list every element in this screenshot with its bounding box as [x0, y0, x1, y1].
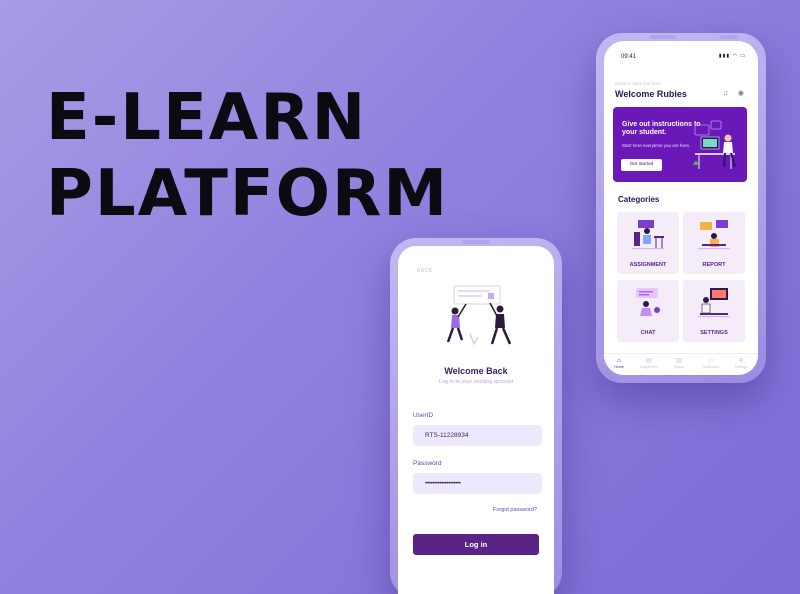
headline-line-2: PLATFORM — [46, 157, 449, 231]
greeting-small: Good to have you here — [615, 81, 661, 86]
status-time: 09:41 — [621, 54, 637, 60]
headline-line-1: E-LEARN — [46, 81, 368, 155]
report-illustration — [698, 220, 730, 250]
assignment-illustration — [632, 220, 664, 250]
category-card-assignment[interactable]: ASSIGNMENT — [617, 212, 679, 274]
welcome-subtitle: Log in to your existing account — [438, 379, 514, 385]
welcome-title: Welcome Back — [444, 366, 508, 376]
banner-title: Give out instructions to your student. — [622, 121, 701, 136]
home-phone-mockup: 09:41 ▮▮▮ ◠ ▭ Good to have you here Welc… — [596, 33, 766, 383]
tab-home[interactable]: ⌂ Home — [604, 358, 634, 369]
instructions-banner: Give out instructions to your student. S… — [613, 107, 747, 182]
password-label: Password — [413, 460, 442, 467]
tab-label: Settings — [734, 365, 748, 369]
category-label: REPORT — [702, 262, 726, 268]
assignment-icon: ▤ — [646, 358, 652, 364]
tab-settings[interactable]: ✲ Settings — [726, 358, 756, 369]
bottom-tab-bar: ⌂ Home ▤ Assignment ▥ Report ▭ Notificat… — [604, 353, 758, 375]
home-icon: ⌂ — [617, 358, 621, 364]
phone-notch — [650, 35, 676, 39]
header-actions: ♫ ◉ — [723, 89, 748, 97]
phone-notch — [462, 240, 490, 244]
category-card-report[interactable]: REPORT — [683, 212, 745, 274]
banner-subtitle: Start here everytime you are here. — [622, 143, 691, 148]
login-phone-mockup: BACK Welcome Back Log in to your existin… — [390, 238, 562, 594]
settings-illustration — [698, 288, 730, 318]
category-card-chat[interactable]: CHAT — [617, 280, 679, 342]
categories-title: Categories — [618, 195, 660, 204]
teacher-illustration — [693, 120, 736, 169]
get-started-button[interactable]: Get started — [621, 159, 662, 171]
battery-icon: ▭ — [740, 53, 746, 59]
headline: E-LEARN PLATFORM — [46, 80, 449, 232]
login-screen: BACK Welcome Back Log in to your existin… — [398, 246, 554, 594]
category-card-settings[interactable]: SETTINGS — [683, 280, 745, 342]
userid-field[interactable]: RTS-11228934 — [413, 425, 542, 446]
report-icon: ▥ — [676, 358, 682, 364]
category-label: ASSIGNMENT — [629, 262, 667, 268]
signal-icon: ▮▮▮ — [718, 53, 731, 59]
tab-label: Assignment — [639, 365, 659, 369]
category-label: CHAT — [640, 330, 656, 336]
forgot-password-link[interactable]: Forgot password? — [493, 507, 537, 513]
profile-icon[interactable]: ◉ — [738, 90, 748, 97]
category-label: SETTINGS — [700, 330, 728, 336]
notification-bell-icon[interactable]: ♫ — [723, 90, 732, 97]
tab-label: Notification — [702, 365, 720, 369]
back-button[interactable]: BACK — [417, 268, 433, 274]
welcome-illustration — [446, 285, 512, 346]
tab-label: Home — [614, 365, 624, 369]
password-field[interactable]: •••••••••••••••••••• — [413, 473, 542, 494]
tab-assignment[interactable]: ▤ Assignment — [634, 358, 664, 369]
settings-icon: ✲ — [738, 358, 744, 364]
notification-icon: ▭ — [708, 358, 714, 364]
tab-notification[interactable]: ▭ Notification — [696, 358, 726, 369]
home-screen: 09:41 ▮▮▮ ◠ ▭ Good to have you here Welc… — [604, 41, 758, 375]
greeting-title: Welcome Rubies — [615, 89, 687, 99]
tab-label: Report — [673, 365, 685, 369]
userid-label: UserID — [413, 412, 434, 419]
phone-notch — [720, 35, 738, 39]
wifi-icon: ◠ — [732, 53, 738, 59]
tab-report[interactable]: ▥ Report — [664, 358, 694, 369]
chat-illustration — [636, 288, 660, 316]
login-button[interactable]: Log in — [413, 534, 539, 555]
status-icons: ▮▮▮ ◠ ▭ — [719, 53, 746, 59]
